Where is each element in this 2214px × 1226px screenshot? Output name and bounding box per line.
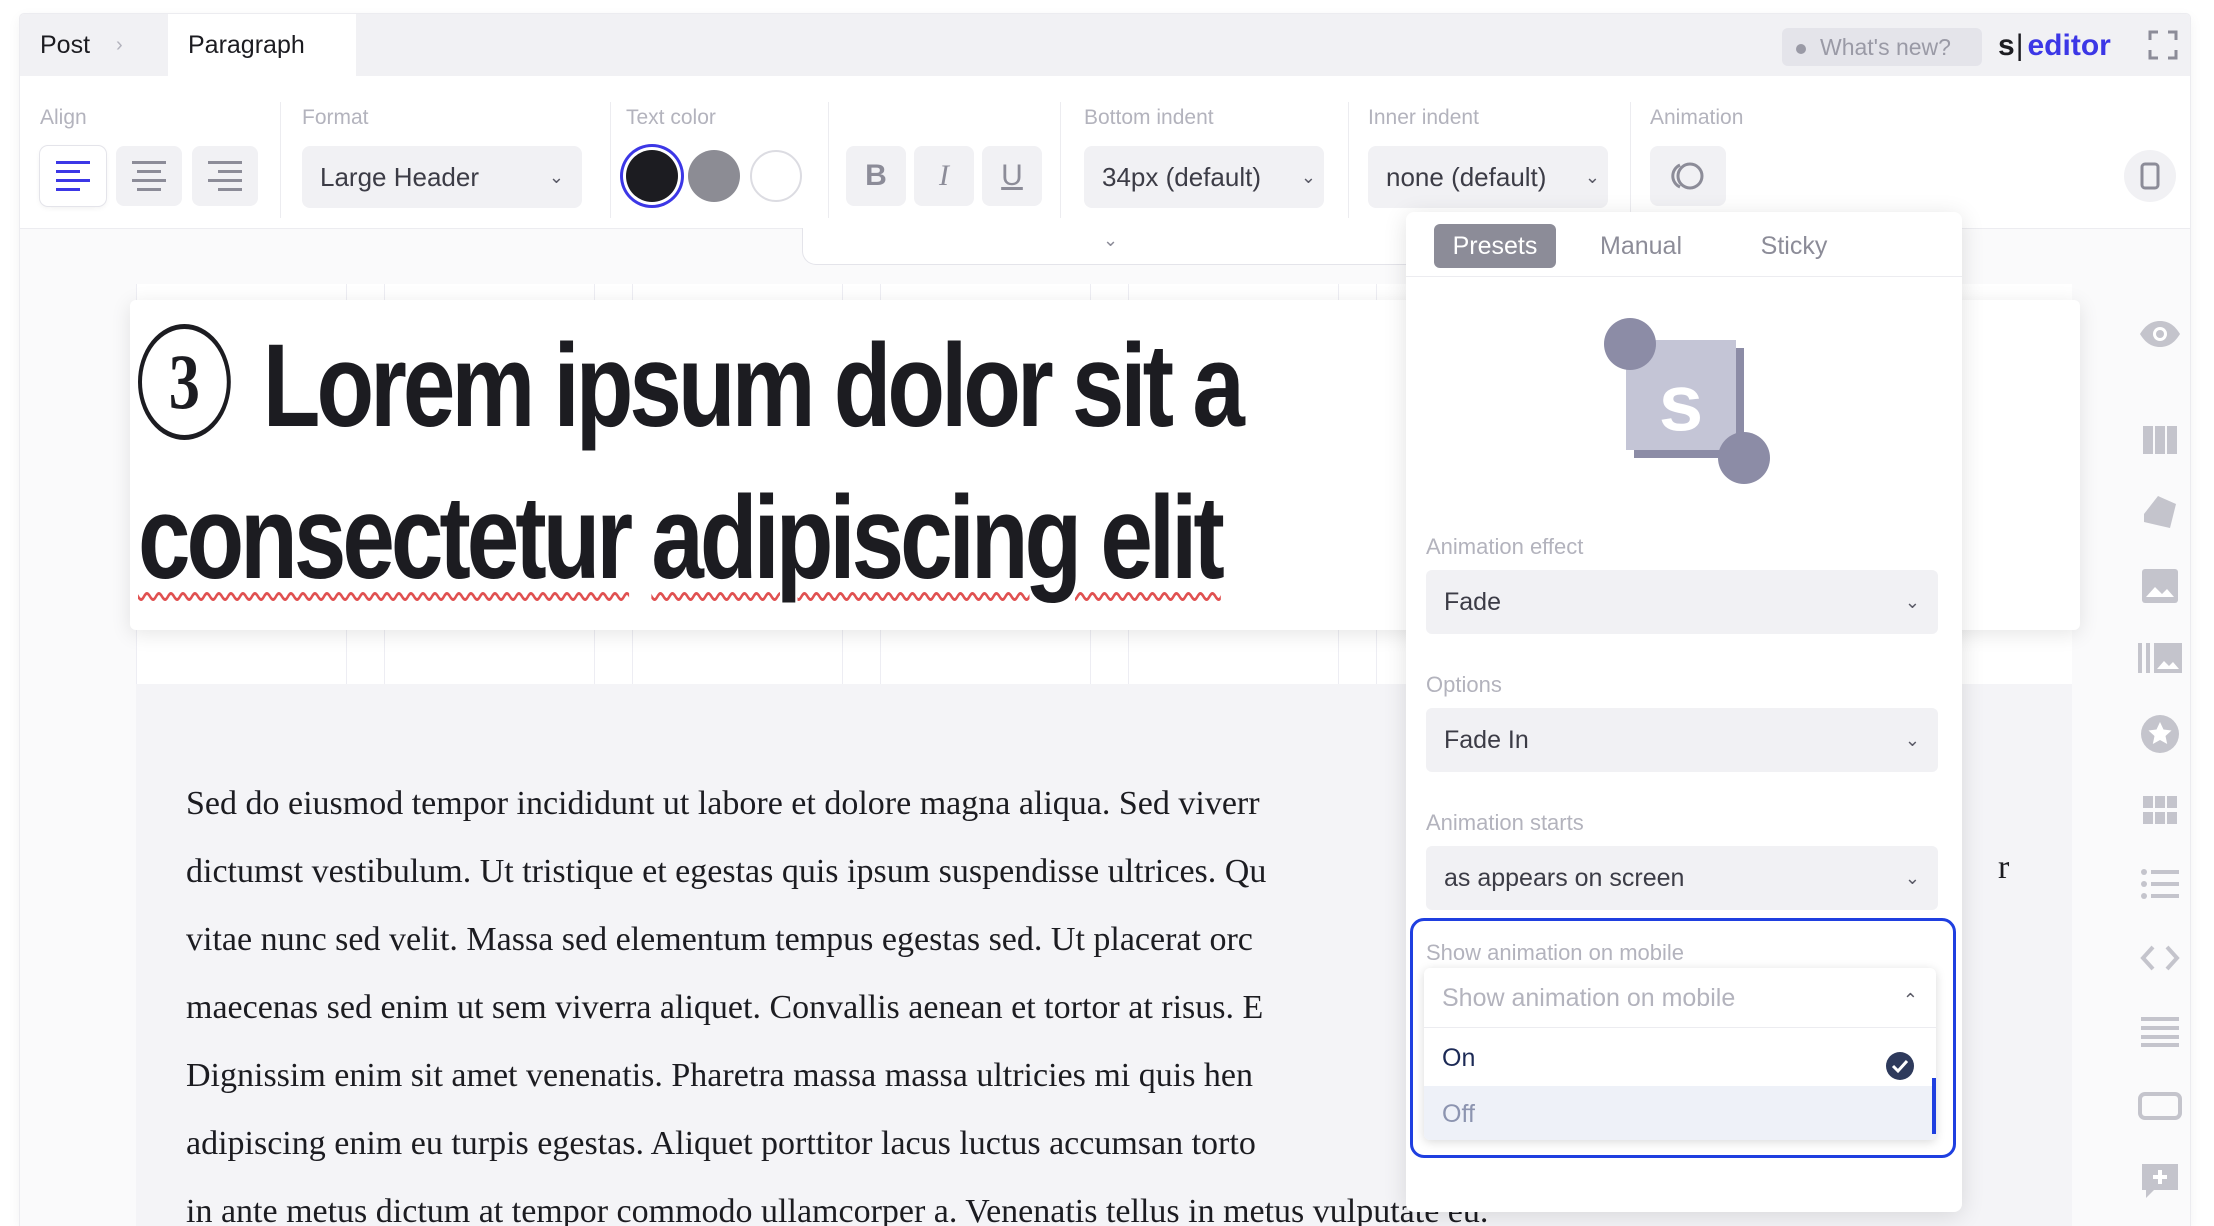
underline-button[interactable]: U — [982, 146, 1042, 206]
fullscreen-icon[interactable] — [2148, 30, 2178, 60]
mobile-animation-placeholder: Show animation on mobile — [1442, 984, 1736, 1012]
toolbar-collapse-tab[interactable]: ⌄ — [802, 228, 1424, 265]
divider — [1060, 102, 1061, 218]
top-bar: Post › Paragraph What's new? s| editor — [20, 14, 2190, 78]
italic-button[interactable]: I — [914, 146, 974, 206]
divider — [828, 102, 829, 218]
animation-label: Animation — [1650, 106, 1744, 129]
mobile-animation-select-header[interactable]: Show animation on mobile ⌃ — [1424, 968, 1936, 1028]
image-icon[interactable] — [2138, 564, 2182, 608]
breadcrumb-chevron-icon: › — [116, 34, 123, 56]
align-center-button[interactable] — [116, 146, 182, 206]
animation-effect-select[interactable]: Fade ⌄ — [1426, 570, 1938, 634]
breadcrumb-paragraph[interactable]: Paragraph — [188, 14, 305, 76]
bottom-indent-label: Bottom indent — [1084, 106, 1214, 129]
table-icon[interactable] — [2138, 1010, 2182, 1054]
inner-indent-value: none (default) — [1386, 162, 1547, 192]
heading-word-misspelled: consectetur — [138, 472, 633, 604]
mobile-animation-dropdown[interactable]: Show animation on mobile ⌃ On Off — [1424, 968, 1936, 1140]
animation-button[interactable] — [1650, 146, 1726, 206]
align-right-icon — [208, 161, 242, 191]
align-left-button[interactable] — [40, 146, 106, 206]
chevron-down-icon: ⌄ — [1300, 167, 1316, 187]
inner-indent-select[interactable]: none (default) ⌄ — [1368, 146, 1608, 208]
bottom-indent-select[interactable]: 34px (default) ⌄ — [1084, 146, 1324, 208]
animation-effect-label: Animation effect — [1426, 534, 1584, 559]
format-toolbar: Align Format Large Header ⌄ Text color B… — [20, 76, 2190, 229]
divider — [1630, 102, 1631, 218]
breadcrumb-post[interactable]: Post — [40, 14, 90, 76]
tab-manual[interactable]: Manual — [1576, 224, 1706, 268]
scrollbar[interactable] — [1932, 1078, 1936, 1134]
mobile-option-on-label: On — [1442, 1044, 1476, 1072]
text-color-label: Text color — [626, 106, 716, 129]
list-icon[interactable] — [2138, 862, 2182, 906]
heading-line-1: Lorem ipsum dolor sit a — [262, 320, 1245, 452]
animation-starts-value: as appears on screen — [1444, 864, 1685, 892]
divider — [610, 102, 611, 218]
paragraph-overflow-char: r — [1998, 849, 2010, 886]
tab-presets[interactable]: Presets — [1434, 224, 1556, 268]
chevron-down-icon: ⌄ — [548, 167, 564, 187]
mobile-icon — [2140, 162, 2160, 190]
heading-number-badge: 3 — [138, 324, 231, 440]
chevron-down-icon: ⌄ — [1904, 868, 1920, 888]
align-left-icon — [56, 161, 90, 191]
format-select[interactable]: Large Header ⌄ — [302, 146, 582, 208]
add-comment-icon[interactable] — [2138, 1158, 2182, 1202]
star-icon[interactable] — [2138, 712, 2182, 756]
inner-indent-label: Inner indent — [1368, 106, 1479, 129]
color-swatch-white[interactable] — [750, 150, 802, 202]
animation-starts-select[interactable]: as appears on screen ⌄ — [1426, 846, 1938, 910]
tag-icon[interactable] — [2138, 490, 2182, 534]
chevron-down-icon: ⌄ — [1584, 167, 1600, 187]
bold-button[interactable]: B — [846, 146, 906, 206]
heading-line-2-rest: adipiscing elit — [651, 472, 1224, 604]
chevron-down-icon: ⌄ — [1103, 230, 1119, 250]
options-value: Fade In — [1444, 726, 1529, 754]
gallery-icon[interactable] — [2138, 636, 2182, 680]
whats-new-label: What's new? — [1820, 34, 1951, 60]
tab-sticky[interactable]: Sticky — [1724, 224, 1864, 268]
divider — [280, 102, 281, 218]
bottom-indent-value: 34px (default) — [1102, 162, 1261, 192]
options-select[interactable]: Fade In ⌄ — [1426, 708, 1938, 772]
color-swatch-gray[interactable] — [688, 150, 740, 202]
animation-effect-value: Fade — [1444, 588, 1501, 616]
svg-text:s: s — [1659, 358, 1704, 447]
animation-icon — [1671, 162, 1704, 190]
mobile-preview-button[interactable] — [2124, 150, 2176, 202]
align-right-button[interactable] — [192, 146, 258, 206]
grid-icon[interactable] — [2138, 788, 2182, 832]
mobile-option-on[interactable]: On — [1424, 1030, 1936, 1086]
format-value: Large Header — [320, 162, 479, 192]
brand-logo: s| editor — [1998, 29, 2111, 62]
whats-new-button[interactable]: What's new? — [1782, 28, 1982, 66]
chevron-up-icon: ⌃ — [1902, 990, 1918, 1010]
preset-preview-icon: s — [1604, 318, 1772, 486]
columns-icon[interactable] — [2138, 418, 2182, 462]
chevron-down-icon: ⌄ — [1904, 730, 1920, 750]
check-circle-icon — [1886, 1044, 1914, 1080]
animation-starts-label: Animation starts — [1426, 810, 1584, 835]
divider — [1348, 102, 1349, 218]
eye-icon[interactable] — [2138, 312, 2182, 356]
mobile-option-off[interactable]: Off — [1424, 1086, 1936, 1140]
format-label: Format — [302, 106, 369, 129]
code-icon[interactable] — [2138, 936, 2182, 980]
button-block-icon[interactable] — [2138, 1084, 2182, 1128]
dot-icon — [1796, 43, 1806, 54]
mobile-option-off-label: Off — [1442, 1100, 1475, 1128]
align-label: Align — [40, 106, 87, 129]
color-swatch-black[interactable] — [626, 150, 678, 202]
chevron-down-icon: ⌄ — [1904, 592, 1920, 612]
align-center-icon — [132, 161, 166, 191]
tab-divider — [1406, 276, 1962, 277]
options-label: Options — [1426, 672, 1502, 697]
